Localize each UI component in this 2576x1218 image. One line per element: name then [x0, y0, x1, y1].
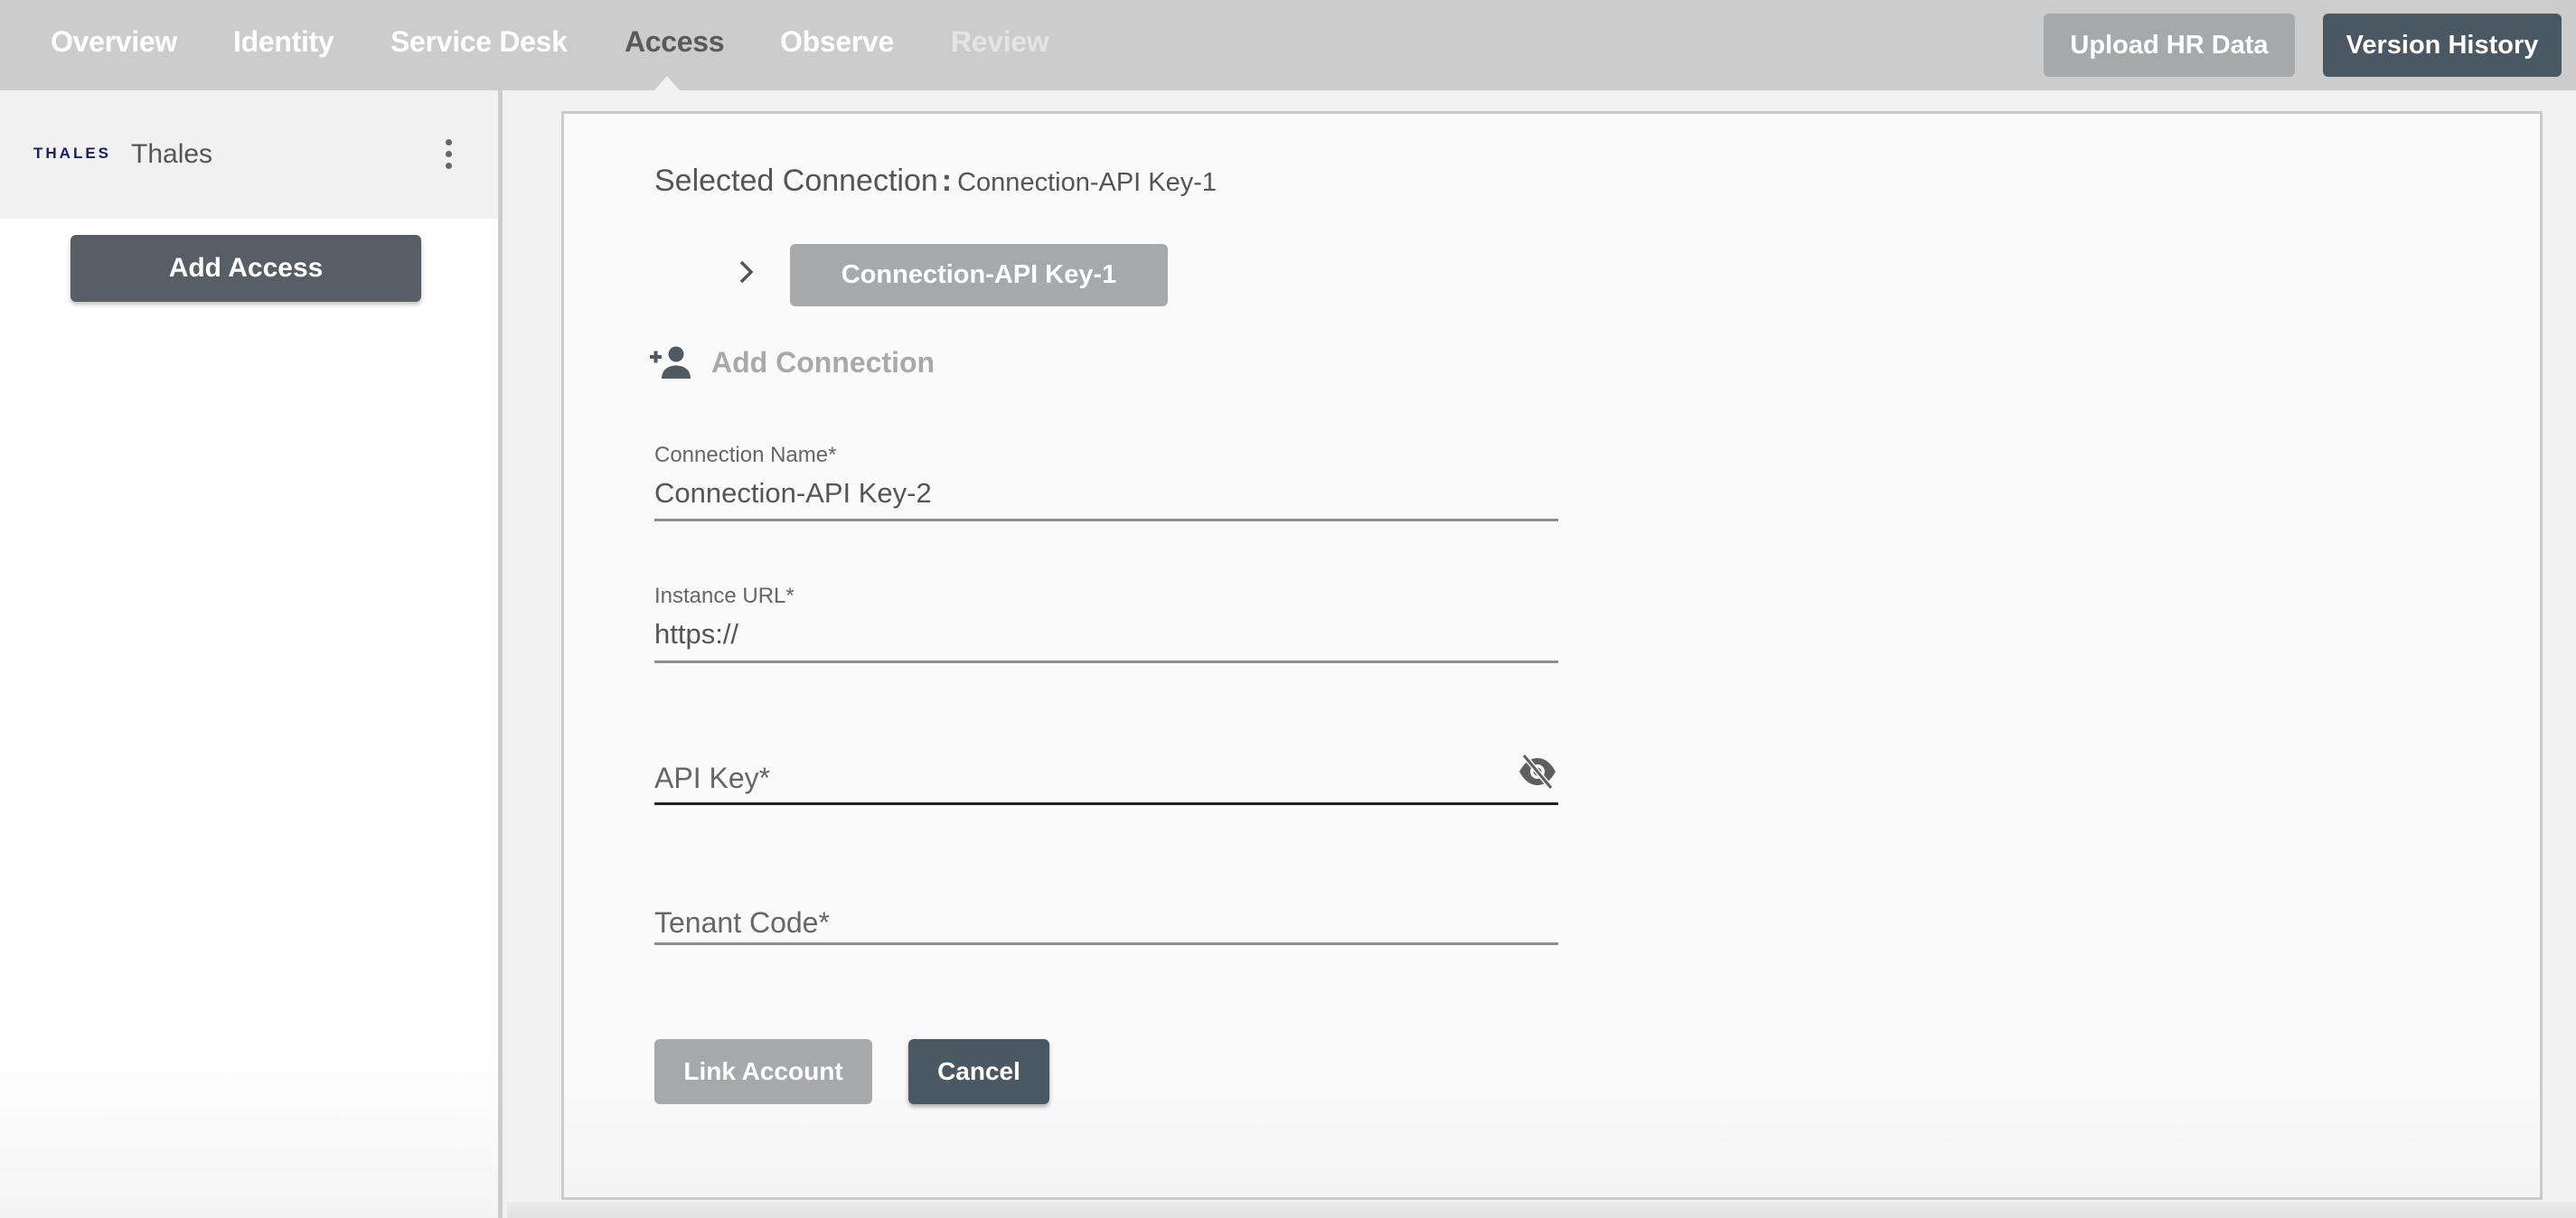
bottom-shadow	[507, 1202, 2576, 1218]
tab-access[interactable]: Access	[625, 25, 725, 59]
org-row[interactable]: THALES Thales	[0, 90, 498, 219]
sidebar: THALES Thales Add Access	[0, 90, 503, 1218]
active-tab-indicator	[654, 76, 680, 90]
connection-name-field[interactable]: Connection Name* Connection-API Key-2	[654, 443, 1558, 524]
selected-connection-heading: Selected Connection: Connection-API Key-1	[654, 164, 1217, 199]
tab-overview[interactable]: Overview	[51, 25, 177, 59]
chevron-right-icon[interactable]	[736, 257, 757, 287]
connection-name-input[interactable]: Connection-API Key-2	[654, 477, 932, 510]
connection-panel: Selected Connection: Connection-API Key-1…	[561, 111, 2543, 1200]
tab-observe[interactable]: Observe	[780, 25, 894, 59]
api-key-underline	[654, 802, 1558, 805]
selected-connection-value: Connection-API Key-1	[957, 168, 1217, 197]
selected-connection-colon: :	[941, 164, 953, 198]
version-history-button[interactable]: Version History	[2323, 14, 2562, 77]
tab-identity[interactable]: Identity	[233, 25, 334, 59]
connection-name-label: Connection Name*	[654, 443, 837, 467]
tenant-code-field[interactable]: Tenant Code*	[654, 891, 1558, 954]
thales-logo: THALES	[33, 145, 111, 162]
connection-chip[interactable]: Connection-API Key-1	[790, 244, 1168, 306]
person-add-icon	[650, 346, 691, 379]
selected-connection-label: Selected Connection	[654, 164, 938, 198]
instance-url-input[interactable]: https://	[654, 618, 738, 651]
cancel-button[interactable]: Cancel	[908, 1039, 1049, 1104]
eye-off-icon[interactable]	[1517, 754, 1558, 790]
top-nav-bar: Overview Identity Service Desk Access Ob…	[0, 0, 2576, 90]
instance-url-underline	[654, 661, 1558, 663]
more-vertical-icon[interactable]	[437, 139, 459, 170]
api-key-input[interactable]: API Key*	[654, 762, 770, 795]
add-access-button[interactable]: Add Access	[71, 235, 421, 302]
upload-hr-data-button[interactable]: Upload HR Data	[2044, 14, 2295, 77]
instance-url-label: Instance URL*	[654, 584, 794, 608]
add-connection-label: Add Connection	[711, 345, 935, 379]
api-key-field[interactable]: API Key*	[654, 746, 1558, 810]
link-account-button[interactable]: Link Account	[654, 1039, 872, 1104]
add-connection-button[interactable]: Add Connection	[650, 342, 935, 383]
tab-review[interactable]: Review	[951, 25, 1049, 59]
instance-url-field[interactable]: Instance URL* https://	[654, 584, 1558, 665]
tab-service-desk[interactable]: Service Desk	[390, 25, 568, 59]
tenant-code-underline	[654, 942, 1558, 945]
connection-name-underline	[654, 519, 1558, 521]
org-name: Thales	[131, 139, 213, 169]
tenant-code-input[interactable]: Tenant Code*	[654, 906, 830, 940]
